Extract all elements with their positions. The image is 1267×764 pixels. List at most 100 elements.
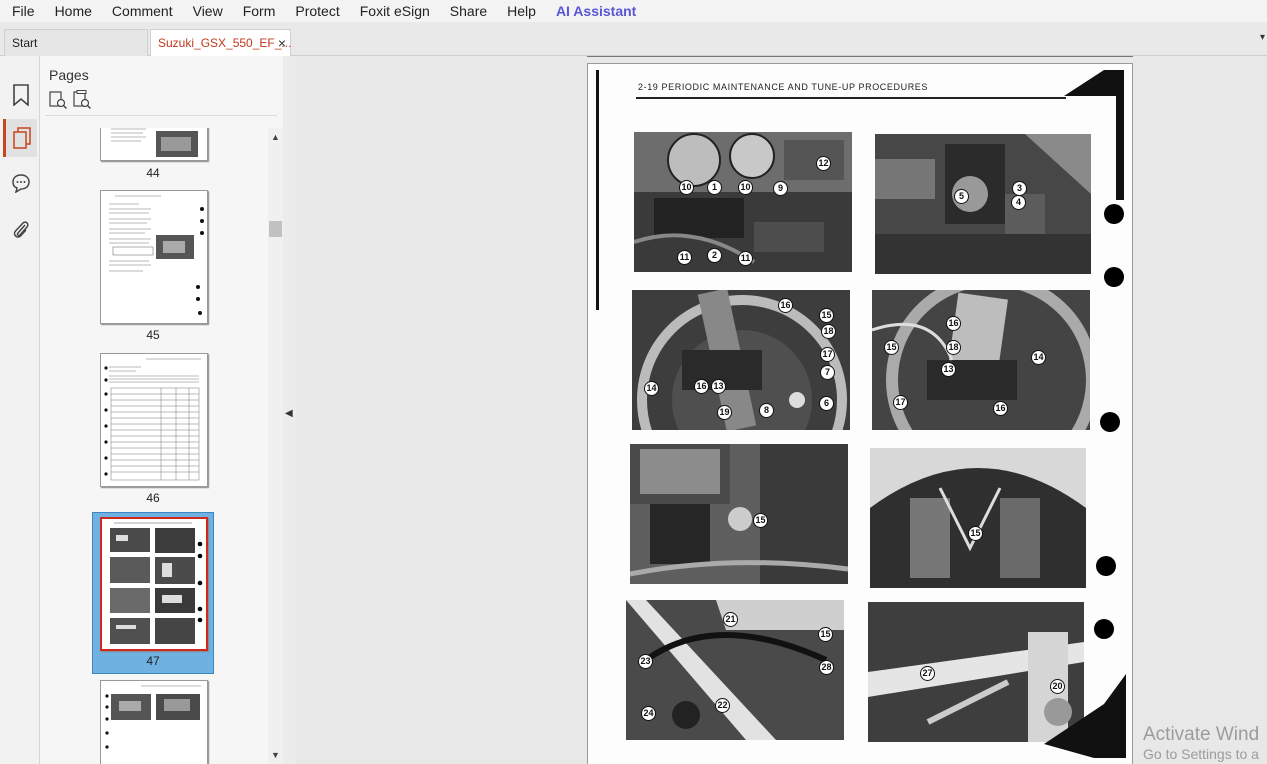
menu-help[interactable]: Help [497,0,546,22]
navigation-rail [0,56,40,764]
tab-start-label: Start [12,36,38,50]
callout: 28 [819,660,834,675]
page-thumbnail-47[interactable] [100,517,208,651]
callout: 12 [816,156,831,171]
menu-protect[interactable]: Protect [285,0,349,22]
callout: 15 [753,513,768,528]
punch-hole [1104,267,1124,287]
callout: 16 [778,298,793,313]
page-thumbnail-48[interactable] [100,680,208,764]
tab-start[interactable]: Start [4,29,148,56]
menu-bar: File Home Comment View Form Protect Foxi… [0,0,1267,22]
callout: 13 [941,362,956,377]
comments-icon [12,174,30,193]
thumbnail-label: 47 [146,654,160,668]
callout: 17 [893,395,908,410]
photo-radiator [870,448,1086,588]
tab-bar: Start Suzuki_GSX_550_EF_... × ▾ [0,22,1267,57]
thumbnail-scrollbar[interactable]: ▲ ▼ [268,128,283,764]
bookmark-button[interactable] [6,76,36,114]
callout: 15 [819,308,834,323]
callout: 27 [920,666,935,681]
watermark-line-2: Go to Settings to a [1143,746,1259,762]
thumbnail-label: 46 [146,491,160,505]
callout: 10 [738,180,753,195]
callout: 4 [1011,195,1026,210]
attachment-icon [13,221,29,238]
zoom-in-thumbnail-icon [49,91,67,109]
tab-overflow-icon[interactable]: ▾ [1260,32,1265,43]
scan-border [596,70,599,310]
panel-divider [45,115,277,116]
panel-collapse-handle[interactable]: ◀ [283,56,296,764]
page-header: 2-19 PERIODIC MAINTENANCE AND TUNE-UP PR… [638,82,929,92]
callout: 16 [993,401,1008,416]
callout: 2 [707,248,722,263]
callout: 14 [1031,350,1046,365]
callout: 22 [715,698,730,713]
callout: 11 [738,251,753,266]
menu-ai-assistant[interactable]: AI Assistant [546,0,646,22]
tab-document-label: Suzuki_GSX_550_EF_... [158,36,292,50]
punch-hole [1096,556,1116,576]
scan-corner [1064,70,1124,96]
callout: 5 [954,189,969,204]
comments-button[interactable] [6,164,36,202]
panel-title: Pages [49,67,89,83]
callout: 19 [717,405,732,420]
attachments-button[interactable] [6,211,36,249]
callout: 13 [711,379,726,394]
menu-home[interactable]: Home [45,0,102,22]
thumbnail-list: 44 45 46 47 [40,128,268,764]
callout: 21 [723,612,738,627]
callout: 14 [644,381,659,396]
callout: 15 [818,627,833,642]
callout: 18 [821,324,836,339]
page-thumbnail-46[interactable] [100,353,208,487]
page-thumbnail-44[interactable] [100,128,208,161]
callout: 16 [694,379,709,394]
windows-activation-watermark: Activate Wind Go to Settings to a [1143,724,1259,762]
thumbnail-label: 45 [146,328,160,342]
scrollbar-thumb[interactable] [269,221,282,237]
zoom-out-thumbnail-icon [73,90,91,109]
punch-hole [1100,412,1120,432]
callout: 15 [968,526,983,541]
callout: 7 [820,365,835,380]
callout: 9 [773,181,788,196]
zoom-in-thumbnails-button[interactable] [48,90,68,110]
callout: 8 [759,403,774,418]
scroll-up-arrow-icon[interactable]: ▲ [271,132,280,142]
punch-hole [1094,619,1114,639]
callout: 16 [946,316,961,331]
pdf-page: 2-19 PERIODIC MAINTENANCE AND TUNE-UP PR… [587,63,1133,764]
photo-front-brake [632,290,850,430]
menu-comment[interactable]: Comment [102,0,183,22]
document-viewport[interactable]: 2-19 PERIODIC MAINTENANCE AND TUNE-UP PR… [296,56,1267,764]
header-rule [636,97,1066,99]
callout: 15 [884,340,899,355]
photo-rear-brake [872,290,1090,430]
thumbnail-label: 44 [146,166,160,180]
callout: 17 [820,347,835,362]
callout: 3 [1012,181,1027,196]
menu-share[interactable]: Share [440,0,497,22]
watermark-line-1: Activate Wind [1143,724,1260,745]
menu-foxit-esign[interactable]: Foxit eSign [350,0,440,22]
close-tab-icon[interactable]: × [278,30,286,56]
zoom-out-thumbnails-button[interactable] [72,90,92,110]
tab-document[interactable]: Suzuki_GSX_550_EF_... × [150,29,291,57]
callout: 23 [638,654,653,669]
menu-file[interactable]: File [0,0,45,22]
menu-form[interactable]: Form [233,0,286,22]
pages-button[interactable] [3,119,37,157]
pages-icon [12,127,31,149]
page-thumbnail-45[interactable] [100,190,208,324]
photo-master-cylinder [630,444,848,584]
callout: 1 [707,180,722,195]
callout: 11 [677,250,692,265]
callout: 18 [946,340,961,355]
scroll-down-arrow-icon[interactable]: ▼ [271,750,280,760]
menu-view[interactable]: View [183,0,233,22]
callout: 24 [641,706,656,721]
